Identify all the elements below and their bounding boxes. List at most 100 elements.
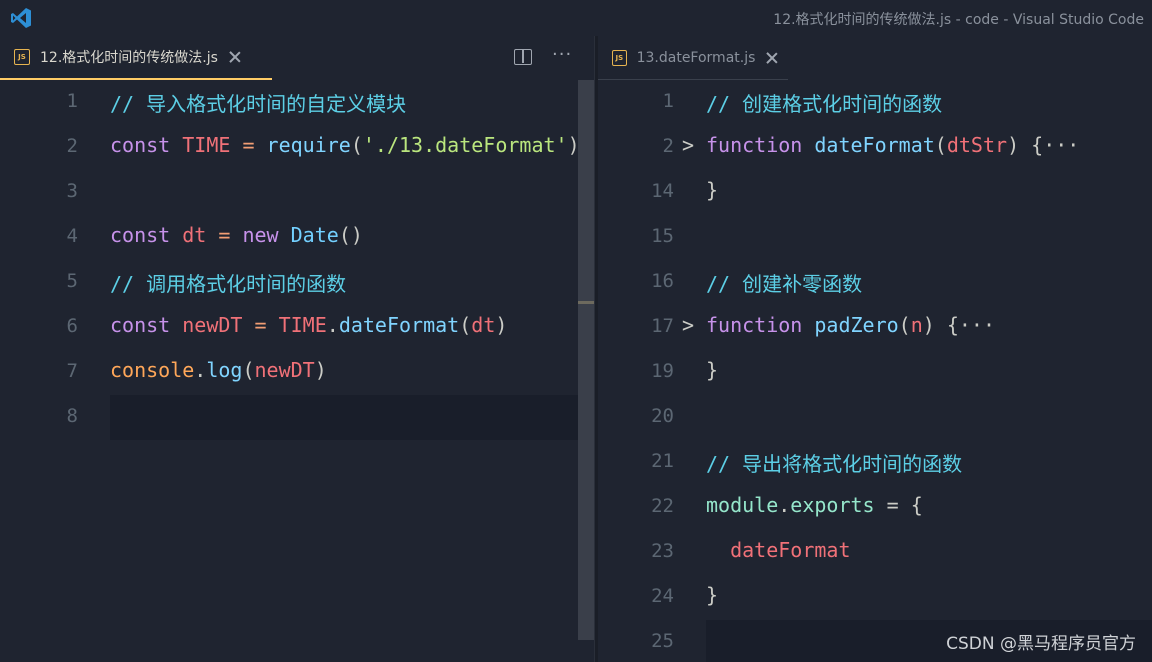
- code-text: const TIME = require('./13.dateFormat'): [110, 133, 580, 157]
- line-number: 25: [651, 630, 674, 652]
- code-token: .: [326, 313, 339, 337]
- code-token: function: [706, 313, 815, 337]
- code-line[interactable]: 19}: [598, 350, 1152, 395]
- code-token: padZero: [814, 313, 899, 337]
- code-token: =: [242, 313, 279, 337]
- code-line[interactable]: 23 dateFormat: [598, 530, 1152, 575]
- code-text: }: [706, 583, 718, 607]
- code-token: './13.dateFormat': [362, 133, 568, 157]
- more-actions-icon[interactable]: ···: [552, 44, 572, 65]
- code-line[interactable]: 4 const dt = new Date(): [0, 215, 594, 260]
- left-tab-bar: JS 12.格式化时间的传统做法.js ···: [0, 36, 594, 80]
- code-token: (: [242, 358, 255, 382]
- code-token: (: [350, 133, 363, 157]
- left-scrollbar[interactable]: [578, 80, 594, 640]
- code-line[interactable]: 1 // 导入格式化时间的自定义模块: [0, 80, 594, 125]
- line-number: 6: [66, 315, 78, 337]
- code-token: }: [706, 583, 719, 607]
- code-token: ) {: [922, 313, 959, 337]
- js-file-icon: JS: [14, 49, 30, 65]
- code-token: ): [314, 358, 327, 382]
- tab-label: 12.格式化时间的传统做法.js: [40, 50, 218, 66]
- code-text: dateFormat: [706, 538, 850, 562]
- code-token: newDT: [182, 313, 243, 337]
- left-editor[interactable]: 1// 导入格式化时间的自定义模块 2 const TIME = require('…: [0, 80, 594, 662]
- code-token: n: [910, 313, 923, 337]
- code-token: dt: [471, 313, 496, 337]
- line-number: 24: [651, 585, 674, 607]
- code-line[interactable]: 17 > function padZero(n) {···: [598, 305, 1152, 350]
- code-text: // 创建补零函数: [706, 268, 862, 297]
- code-line[interactable]: 8: [67, 395, 594, 440]
- tab-12-format-time[interactable]: JS 12.格式化时间的传统做法.js: [0, 36, 272, 80]
- code-text: function padZero(n) {···: [706, 313, 995, 337]
- code-token: ) {: [1007, 133, 1044, 157]
- code-text: const newDT = TIME.dateFormat(dt): [110, 313, 507, 337]
- line-number: 1: [662, 90, 674, 112]
- close-icon[interactable]: [228, 50, 242, 64]
- code-line[interactable]: 20: [598, 395, 1152, 440]
- tab-13-dateformat[interactable]: JS 13.dateFormat.js: [598, 36, 788, 80]
- code-token: =: [230, 133, 267, 157]
- code-token: new: [242, 223, 291, 247]
- code-token: = {: [874, 493, 923, 517]
- right-editor[interactable]: 1// 创建格式化时间的函数 2 > function dateFormat(dtSt…: [598, 80, 1152, 662]
- code-token: log: [206, 358, 243, 382]
- close-icon[interactable]: [765, 51, 778, 65]
- code-line[interactable]: 21 // 导出将格式化时间的函数: [598, 440, 1152, 485]
- code-token: module: [706, 493, 779, 517]
- code-token: dateFormat: [814, 133, 935, 157]
- line-number: 1: [66, 90, 78, 112]
- code-token: const: [110, 133, 183, 157]
- vscode-logo-icon: [11, 8, 31, 28]
- code-token: function: [706, 133, 815, 157]
- code-token: ): [495, 313, 508, 337]
- line-number: 8: [66, 405, 78, 427]
- code-token: require: [266, 133, 351, 157]
- code-text: console.log(newDT): [110, 358, 327, 382]
- line-number: 14: [651, 180, 674, 202]
- code-line[interactable]: 5 // 调用格式化时间的函数: [0, 260, 594, 305]
- code-text: // 调用格式化时间的函数: [110, 268, 346, 297]
- code-line[interactable]: 14}: [598, 170, 1152, 215]
- code-line[interactable]: 2 const TIME = require('./13.dateFormat'): [0, 125, 594, 170]
- line-number: 4: [66, 225, 78, 247]
- line-number: 19: [651, 360, 674, 382]
- code-line[interactable]: 16 // 创建补零函数: [598, 260, 1152, 305]
- line-number: 15: [651, 225, 674, 247]
- fold-chevron-icon[interactable]: >: [682, 133, 694, 157]
- code-token: (: [459, 313, 472, 337]
- line-number: 16: [651, 270, 674, 292]
- line-number: 2: [66, 135, 78, 157]
- code-token: const: [110, 313, 183, 337]
- code-text: }: [706, 178, 718, 202]
- code-token: dateFormat: [338, 313, 460, 337]
- code-line[interactable]: 3: [0, 170, 594, 215]
- code-token: =: [206, 223, 243, 247]
- line-number: 21: [651, 450, 674, 472]
- code-line[interactable]: 22 module.exports = {: [598, 485, 1152, 530]
- code-line[interactable]: 1 // 创建格式化时间的函数: [598, 80, 1152, 125]
- code-line[interactable]: 15: [598, 215, 1152, 260]
- code-token: (: [934, 133, 947, 157]
- code-line[interactable]: 24}: [598, 575, 1152, 620]
- fold-chevron-icon[interactable]: >: [682, 313, 694, 337]
- code-line[interactable]: 7 console.log(newDT): [0, 350, 594, 395]
- js-file-icon: JS: [612, 49, 627, 66]
- code-text: module.exports = {: [706, 493, 923, 517]
- code-token: // 调用格式化时间的函数: [110, 272, 347, 296]
- code-line[interactable]: 6 const newDT = TIME.dateFormat(dt): [0, 305, 594, 350]
- right-tab-bar: JS 13.dateFormat.js: [598, 36, 1152, 80]
- code-token: .: [194, 358, 207, 382]
- split-editor-icon[interactable]: [514, 49, 532, 65]
- line-number: 5: [66, 270, 78, 292]
- line-number: 7: [66, 360, 78, 382]
- code-line[interactable]: 2 > function dateFormat(dtStr) {···: [598, 125, 1152, 170]
- line-number: 3: [66, 180, 78, 202]
- code-text: // 导入格式化时间的自定义模块: [110, 88, 406, 117]
- code-token: // 创建格式化时间的函数: [706, 92, 943, 116]
- code-token: // 导入格式化时间的自定义模块: [110, 92, 407, 116]
- code-token: exports: [790, 493, 875, 517]
- code-token: // 导出将格式化时间的函数: [706, 452, 963, 476]
- code-token: TIME: [182, 133, 231, 157]
